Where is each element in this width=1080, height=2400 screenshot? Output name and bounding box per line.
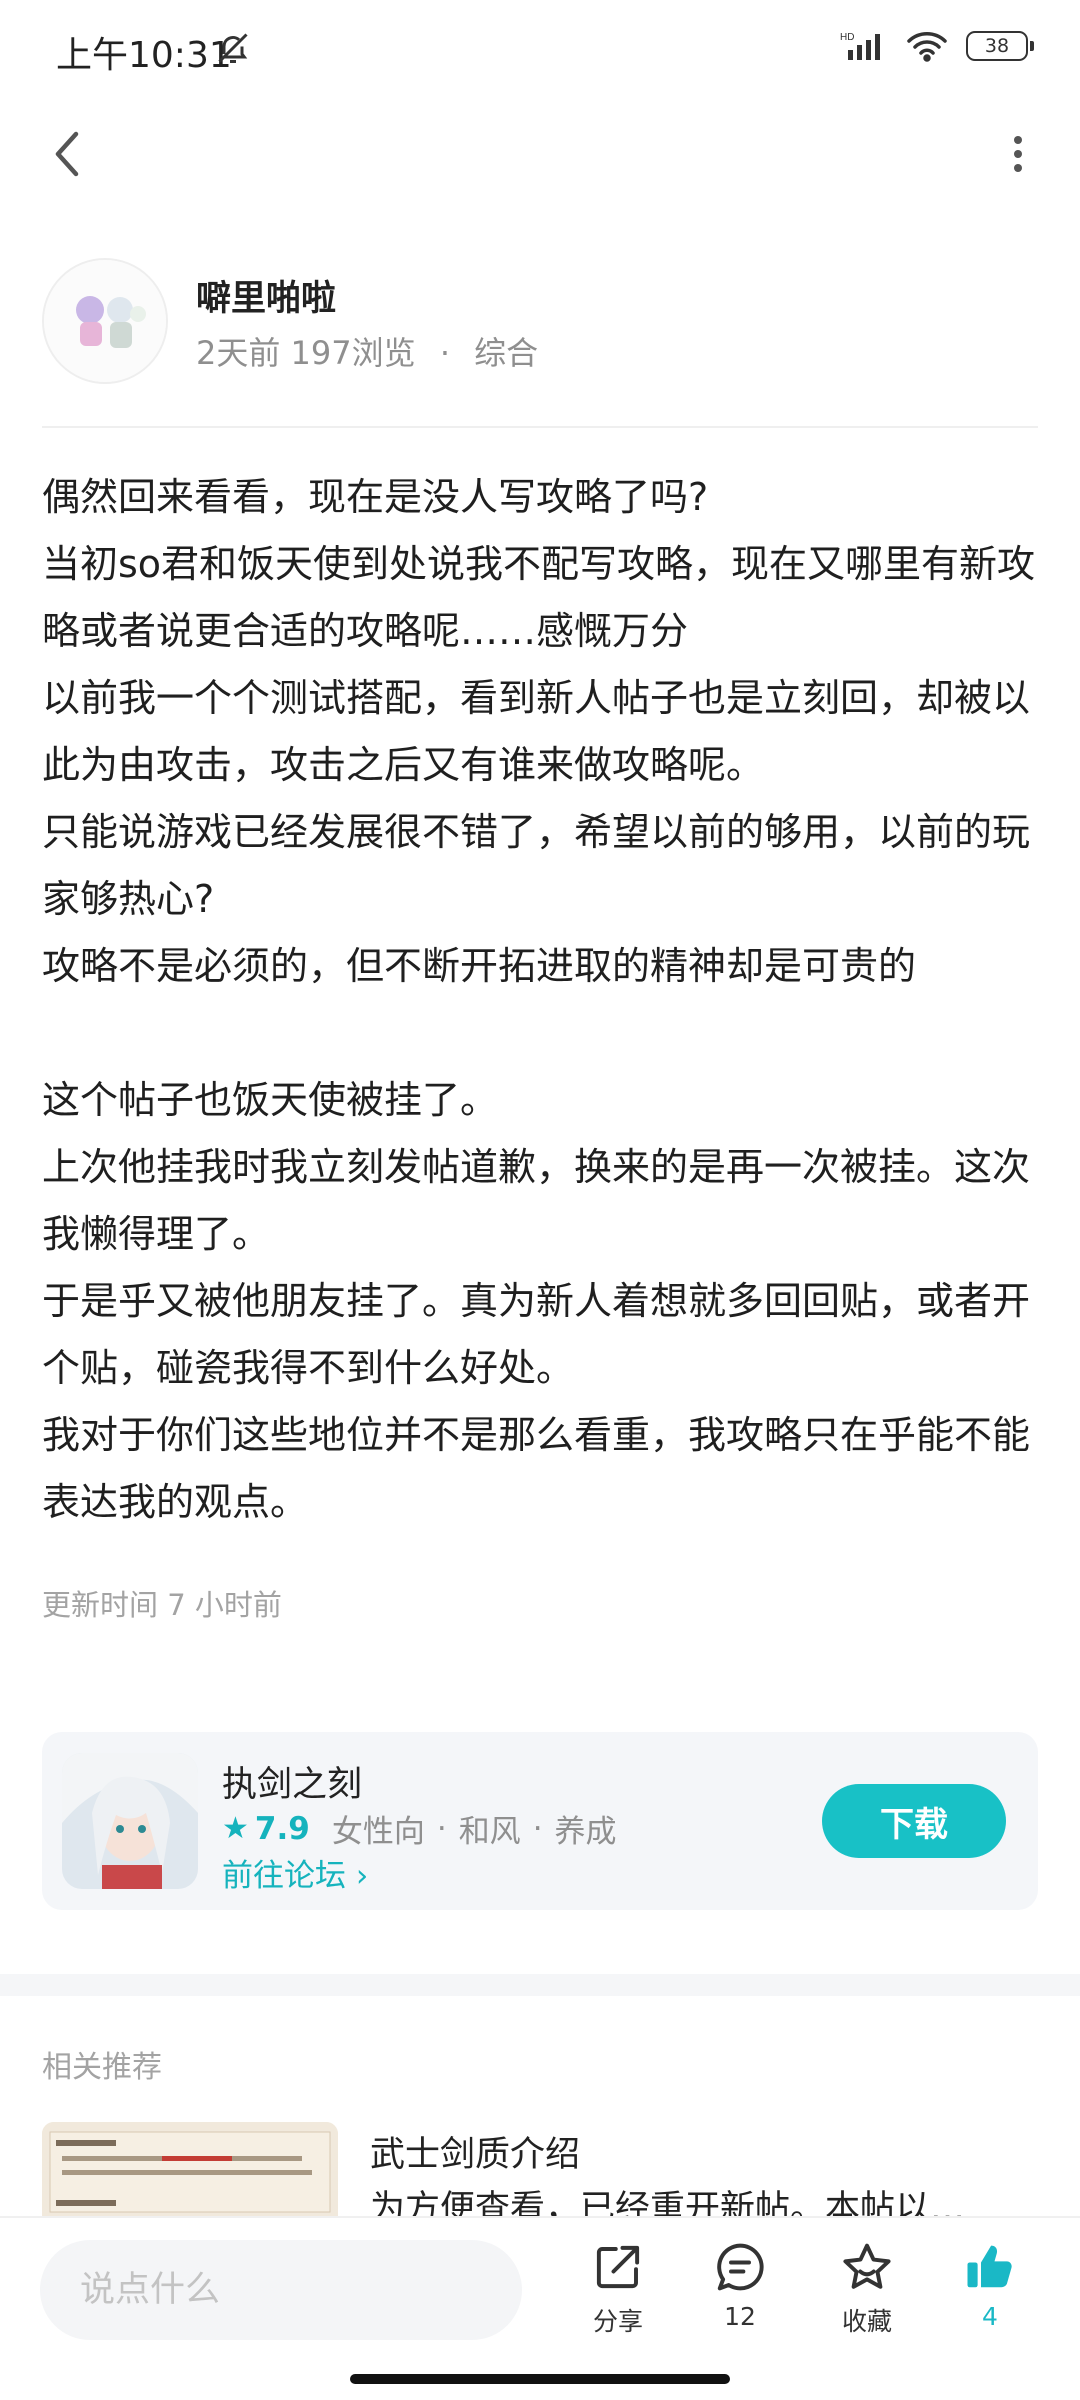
game-rating: 7.9 xyxy=(254,1810,310,1847)
svg-text:HD: HD xyxy=(840,32,854,43)
download-button[interactable]: 下载 xyxy=(822,1784,1006,1858)
section-separator xyxy=(0,1974,1080,1996)
post-paragraph: 攻略不是必须的，但不断开拓进取的精神却是可贵的 xyxy=(42,944,917,988)
game-card[interactable]: 执剑之刻 ★ 7.9 女性向 · 和风 · 养成 前往论坛 › 下载 xyxy=(42,1732,1038,1910)
related-thumbnail-image xyxy=(42,2122,338,2222)
chevron-right-icon: › xyxy=(355,1858,369,1894)
more-options-button[interactable] xyxy=(986,122,1050,186)
post-paragraph: 偶然回来看看，现在是没人写攻略了吗? xyxy=(42,475,709,519)
status-icons: HD 38 xyxy=(840,30,1034,62)
share-icon xyxy=(596,2245,640,2289)
post-paragraph: 上次他挂我时我立刻发帖道歉，换来的是再一次被挂。这次我懒得理了。 xyxy=(42,1145,1031,1256)
post-views: 197浏览 xyxy=(290,334,416,372)
bottom-action-bar: 分享 12 收藏 4 xyxy=(0,2216,1080,2364)
battery-level: 38 xyxy=(984,35,1010,57)
chevron-left-icon xyxy=(55,131,79,177)
post-paragraph: 我对于你们这些地位并不是那么看重，我攻略只在乎能不能表达我的观点。 xyxy=(42,1413,1031,1524)
forum-link[interactable]: 前往论坛 › xyxy=(222,1850,368,1895)
update-time: 更新时间 7 小时前 xyxy=(42,1588,282,1622)
star-outline-icon xyxy=(843,2243,891,2289)
like-count: 4 xyxy=(982,2302,998,2331)
avatar-image xyxy=(44,260,166,382)
game-tag: 养成 xyxy=(554,1814,617,1850)
signal-icon: HD xyxy=(840,32,880,60)
bell-muted-icon xyxy=(218,33,248,63)
divider xyxy=(42,426,1038,428)
post-paragraph: 这个帖子也饭天使被挂了。 xyxy=(42,1078,499,1122)
like-button[interactable]: 4 xyxy=(940,2240,1040,2350)
comment-count: 12 xyxy=(724,2302,756,2331)
avatar[interactable] xyxy=(42,258,168,384)
comment-icon xyxy=(717,2243,764,2291)
post-paragraph: 当初so君和饭天使到处说我不配写攻略，现在又哪里有新攻略或者说更合适的攻略呢……… xyxy=(42,542,1036,653)
status-bar: 上午10:31 HD 38 xyxy=(0,0,1080,100)
post-paragraph: 只能说游戏已经发展很不错了，希望以前的够用，以前的玩家够热心? xyxy=(42,810,1031,921)
status-time: 上午10:31 xyxy=(56,35,232,76)
game-tag: 女性向 xyxy=(331,1814,425,1850)
meta-separator: · xyxy=(439,334,450,372)
forum-link-label: 前往论坛 xyxy=(222,1858,346,1894)
post-content: 偶然回来看看，现在是没人写攻略了吗? 当初so君和饭天使到处说我不配写攻略，现在… xyxy=(42,464,1042,1536)
related-item-title[interactable]: 武士剑质介绍 xyxy=(370,2126,580,2177)
more-vertical-icon xyxy=(1014,136,1022,172)
favorite-label: 收藏 xyxy=(841,2307,892,2336)
game-name: 执剑之刻 xyxy=(222,1765,363,1805)
game-icon xyxy=(62,1753,198,1889)
battery-icon: 38 xyxy=(966,31,1034,61)
share-button[interactable]: 分享 xyxy=(568,2240,668,2350)
author-name[interactable]: 噼里啪啦 xyxy=(196,270,336,321)
author-header: 噼里啪啦 2天前 197浏览 · 综合 xyxy=(42,258,1038,386)
post-paragraph: 以前我一个个测试搭配，看到新人帖子也是立刻回，却被以此为由攻击，攻击之后又有谁来… xyxy=(42,676,1031,787)
comment-button[interactable]: 12 xyxy=(690,2240,790,2350)
back-button[interactable] xyxy=(36,122,100,186)
related-thumbnail[interactable] xyxy=(42,2122,338,2222)
wifi-icon xyxy=(907,32,947,62)
home-indicator[interactable] xyxy=(350,2374,730,2384)
thumbs-up-icon xyxy=(967,2245,1012,2288)
post-time: 2天前 xyxy=(196,334,281,372)
game-meta: ★ 7.9 女性向 · 和风 · 养成 xyxy=(222,1806,617,1851)
related-title: 相关推荐 xyxy=(42,2050,162,2085)
game-tag: 和风 xyxy=(458,1814,521,1850)
post-meta: 2天前 197浏览 · 综合 xyxy=(196,328,538,374)
share-label: 分享 xyxy=(592,2307,643,2336)
post-category[interactable]: 综合 xyxy=(474,334,538,372)
favorite-button[interactable]: 收藏 xyxy=(817,2240,917,2350)
comment-input[interactable] xyxy=(40,2240,522,2340)
nav-bar xyxy=(0,100,1080,210)
tag-separator: · xyxy=(436,1810,447,1847)
tag-separator: · xyxy=(532,1810,543,1847)
post-paragraph: 于是乎又被他朋友挂了。真为新人着想就多回回贴，或者开个贴，碰瓷我得不到什么好处。 xyxy=(42,1279,1031,1390)
game-cover-image xyxy=(62,1753,198,1889)
star-icon: ★ xyxy=(222,1811,249,1846)
